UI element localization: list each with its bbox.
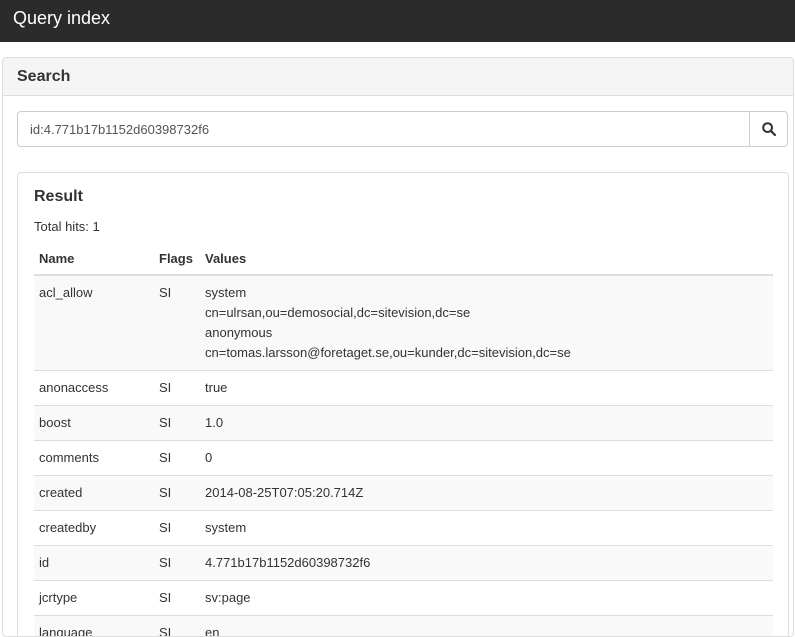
field-flags: SI (154, 441, 200, 476)
table-row: languageSI en (34, 616, 773, 637)
field-name: created (34, 476, 154, 511)
search-icon (762, 122, 776, 136)
field-flags: SI (154, 476, 200, 511)
field-name: acl_allow (34, 275, 154, 371)
field-flags: SI (154, 546, 200, 581)
result-panel: Result Total hits: 1 Name Flags Values a… (17, 172, 789, 637)
field-value: anonymous (205, 323, 768, 343)
search-group (17, 111, 788, 147)
total-hits: Total hits: 1 (34, 219, 100, 235)
field-values: 0 (200, 441, 773, 476)
field-value: en (205, 623, 768, 637)
search-panel-heading: Search (3, 58, 793, 96)
field-values: 4.771b17b1152d60398732f6 (200, 546, 773, 581)
table-row: anonaccessSItrue (34, 371, 773, 406)
field-name: language (34, 616, 154, 637)
field-value: true (205, 378, 768, 398)
app-title: Query index (13, 7, 110, 29)
field-values: 2014-08-25T07:05:20.714Z (200, 476, 773, 511)
column-header-values: Values (200, 243, 773, 275)
table-row: commentsSI0 (34, 441, 773, 476)
search-button[interactable] (749, 111, 788, 147)
search-input[interactable] (17, 111, 750, 147)
field-name: createdby (34, 511, 154, 546)
field-name: id (34, 546, 154, 581)
field-value: 1.0 (205, 413, 768, 433)
field-name: jcrtype (34, 581, 154, 616)
top-navbar: Query index (0, 0, 795, 42)
field-values: en (200, 616, 773, 637)
field-value: 4.771b17b1152d60398732f6 (205, 553, 768, 573)
column-header-flags: Flags (154, 243, 200, 275)
field-flags: SI (154, 511, 200, 546)
field-flags: SI (154, 371, 200, 406)
field-value: 0 (205, 448, 768, 468)
field-value: cn=ulrsan,ou=demosocial,dc=sitevision,dc… (205, 303, 768, 323)
field-values: 1.0 (200, 406, 773, 441)
field-flags: SI (154, 275, 200, 371)
table-row: createdSI2014-08-25T07:05:20.714Z (34, 476, 773, 511)
results-table: Name Flags Values acl_allowSIsystemcn=ul… (34, 243, 773, 637)
field-flags: SI (154, 616, 200, 637)
field-value: system (205, 518, 768, 538)
table-header-row: Name Flags Values (34, 243, 773, 275)
table-row: jcrtypeSIsv:page (34, 581, 773, 616)
table-row: idSI4.771b17b1152d60398732f6 (34, 546, 773, 581)
field-values: system (200, 511, 773, 546)
field-value: cn=tomas.larsson@foretaget.se,ou=kunder,… (205, 343, 768, 363)
field-name: anonaccess (34, 371, 154, 406)
search-panel-title: Search (17, 68, 70, 86)
field-value: sv:page (205, 588, 768, 608)
table-row: boostSI1.0 (34, 406, 773, 441)
table-row: acl_allowSIsystemcn=ulrsan,ou=demosocial… (34, 275, 773, 371)
results-body: acl_allowSIsystemcn=ulrsan,ou=demosocial… (34, 275, 773, 637)
field-flags: SI (154, 406, 200, 441)
field-value: 2014-08-25T07:05:20.714Z (205, 483, 768, 503)
result-title: Result (34, 188, 83, 206)
field-values: sv:page (200, 581, 773, 616)
field-name: boost (34, 406, 154, 441)
table-row: createdbySIsystem (34, 511, 773, 546)
field-values: systemcn=ulrsan,ou=demosocial,dc=sitevis… (200, 275, 773, 371)
field-values: true (200, 371, 773, 406)
search-panel: Search Result Total hits: 1 Name Flags V… (2, 57, 794, 637)
field-value: system (205, 283, 768, 303)
field-name: comments (34, 441, 154, 476)
field-flags: SI (154, 581, 200, 616)
column-header-name: Name (34, 243, 154, 275)
